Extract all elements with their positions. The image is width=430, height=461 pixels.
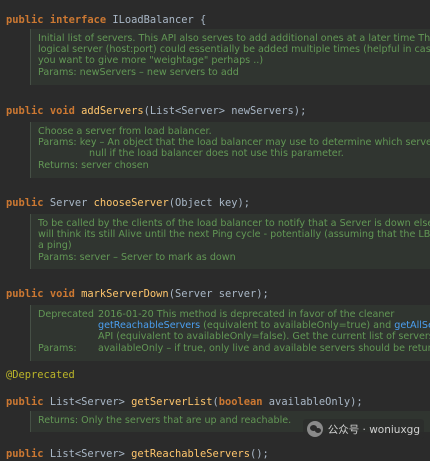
doc-line: API (equivalent to availableOnly=false).… bbox=[98, 331, 430, 343]
keyword-public: public bbox=[6, 288, 44, 300]
doc-params-cont: null if the load balancer does not use t… bbox=[89, 148, 344, 160]
open-brace: { bbox=[199, 14, 207, 26]
keyword-public: public bbox=[6, 396, 44, 408]
keyword-void: void bbox=[49, 288, 75, 300]
deprecated-annotation: @Deprecated bbox=[6, 369, 75, 381]
params-label: Params: bbox=[38, 342, 77, 354]
get-server-list-javadoc[interactable]: Deprecated 2016-01-20 This method is depr… bbox=[30, 305, 430, 361]
choose-server-javadoc[interactable]: Choose a server from load balancer. Para… bbox=[30, 122, 430, 178]
doc-params: Params: server – Server to mark as down bbox=[38, 251, 236, 263]
wechat-watermark: 公众号 · woniuxgg bbox=[302, 419, 424, 439]
doc-returns: Returns: server chosen bbox=[38, 159, 149, 171]
doc-line: you want to give more "weightage" perhap… bbox=[38, 55, 264, 67]
doc-line: Initial list of servers. This API also s… bbox=[38, 33, 430, 44]
keyword-public: public bbox=[6, 448, 44, 460]
method-add-servers[interactable]: addServers bbox=[81, 105, 144, 117]
get-reachable-servers-signature: public List<Server> getReachableServers(… bbox=[6, 435, 269, 461]
doc-params: Params: availableOnly – if true, only liv… bbox=[38, 343, 430, 354]
add-servers-signature: public void addServers(List<Server> newS… bbox=[6, 92, 306, 118]
add-servers-javadoc[interactable]: Initial list of servers. This API also s… bbox=[30, 29, 430, 85]
method-choose-server[interactable]: chooseServer bbox=[94, 197, 169, 209]
method-get-server-list[interactable]: getServerList bbox=[131, 396, 212, 408]
return-type: Server bbox=[49, 197, 88, 209]
method-params: (Server server); bbox=[168, 288, 269, 300]
keyword-public: public bbox=[6, 197, 44, 209]
method-params: (); bbox=[250, 448, 269, 460]
doc-line: getReachableServers (equivalent to avail… bbox=[38, 320, 430, 331]
method-params: (Object key); bbox=[168, 197, 251, 209]
return-type: List<Server> bbox=[49, 448, 125, 460]
deprecated-text: 2016-01-20 This method is deprecated in … bbox=[98, 309, 395, 320]
keyword-boolean: boolean bbox=[218, 396, 263, 408]
watermark-account: 公众号 · woniuxgg bbox=[327, 423, 420, 436]
interface-name[interactable]: ILoadBalancer bbox=[112, 14, 193, 26]
keyword-public: public bbox=[6, 105, 44, 117]
params-label: Params: bbox=[38, 137, 77, 149]
params-text: availableOnly – if true, only live and a… bbox=[98, 342, 430, 354]
doc-params: Params: key – An object that the load ba… bbox=[38, 137, 430, 148]
doc-line: To be called by the clients of the load … bbox=[38, 218, 430, 229]
doc-line: logical server (host:port) could essenti… bbox=[38, 44, 430, 56]
keyword-void: void bbox=[49, 105, 75, 117]
return-type: List<Server> bbox=[49, 396, 125, 408]
interface-header: public interface ILoadBalancer { bbox=[6, 1, 206, 27]
deprecated-label: Deprecated bbox=[38, 309, 94, 320]
doc-params: Params: newServers – new servers to add bbox=[38, 66, 239, 78]
mark-server-down-signature: public void markServerDown(Server server… bbox=[6, 275, 269, 301]
method-params: (List<Server> newServers); bbox=[143, 105, 307, 117]
param-name: availableOnly); bbox=[262, 396, 363, 408]
keyword-public: public bbox=[6, 14, 44, 26]
method-mark-server-down[interactable]: markServerDown bbox=[81, 288, 169, 300]
link-get-all-servers[interactable]: getAllSe bbox=[394, 320, 430, 331]
doc-deprecated: Deprecated 2016-01-20 This method is depr… bbox=[38, 309, 430, 320]
get-server-list-signature: public List<Server> getServerList(boolea… bbox=[6, 383, 363, 409]
mark-server-down-javadoc[interactable]: To be called by the clients of the load … bbox=[30, 214, 430, 269]
link-get-reachable-servers[interactable]: getReachableServers bbox=[98, 320, 200, 331]
doc-line: Choose a server from load balancer. bbox=[38, 126, 212, 137]
method-get-reachable-servers[interactable]: getReachableServers bbox=[131, 448, 250, 460]
wechat-icon bbox=[306, 421, 323, 437]
choose-server-signature: public Server chooseServer(Object key); bbox=[6, 184, 250, 210]
doc-line: a ping) bbox=[38, 240, 72, 252]
doc-line: will think its still Alive until the nex… bbox=[38, 229, 430, 241]
doc-text: (equivalent to availableOnly=true) and bbox=[200, 320, 395, 332]
keyword-interface: interface bbox=[49, 14, 107, 26]
params-text: key – An object that the load balancer m… bbox=[79, 137, 430, 149]
